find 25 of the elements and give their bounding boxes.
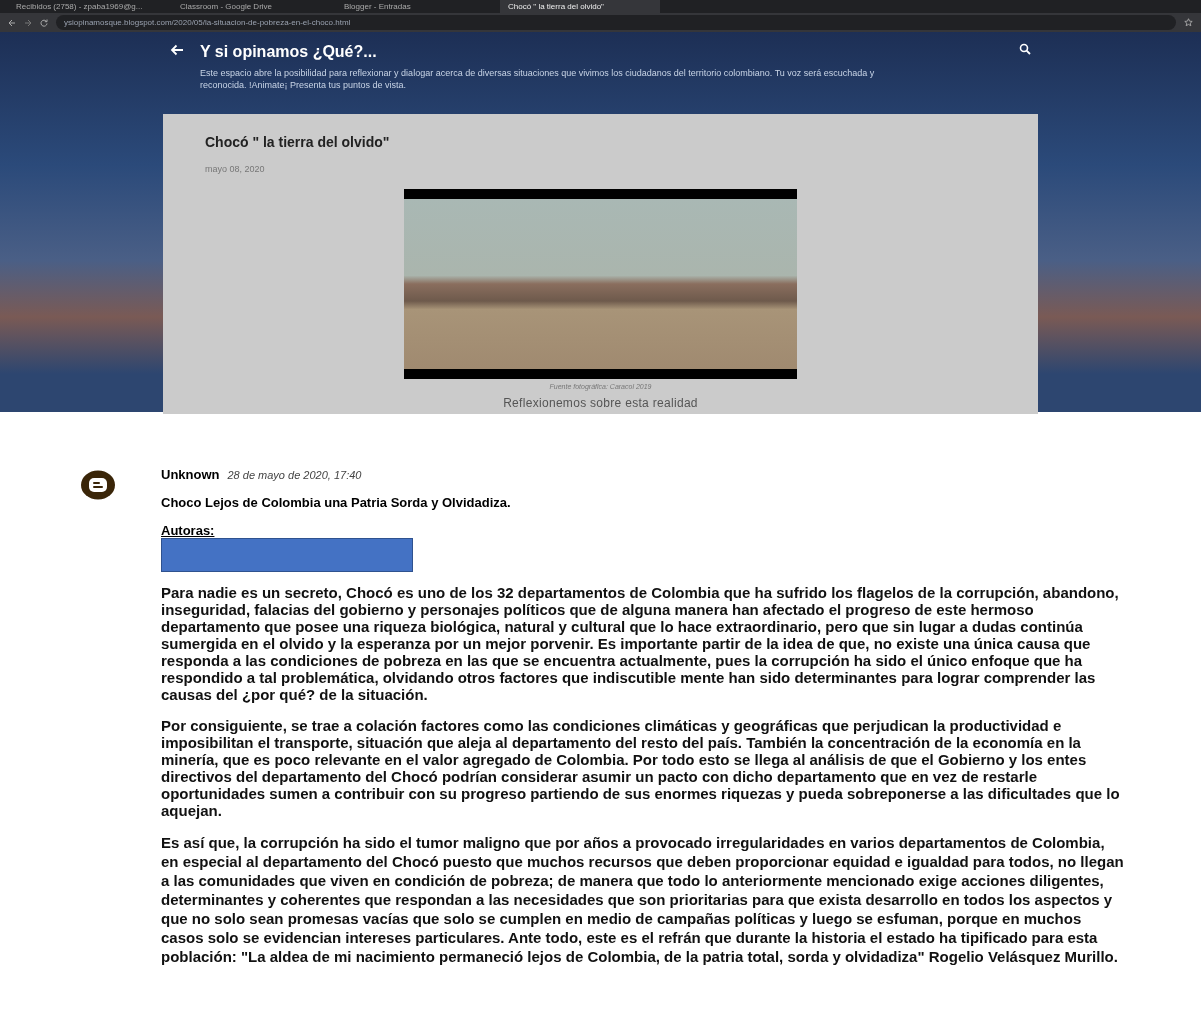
browser-tab[interactable]: Blogger - Entradas (336, 0, 496, 13)
comment-author[interactable]: Unknown (161, 465, 220, 485)
post-subtitle: Reflexionemos sobre esta realidad (503, 395, 698, 412)
browser-tab[interactable]: Chocó " la tierra del olvido" (500, 0, 660, 13)
comment-heading: Choco Lejos de Colombia una Patria Sorda y Olvidadiza. (161, 493, 512, 512)
post-date: mayo 08, 2020 (205, 163, 266, 176)
browser-tab[interactable]: Classroom - Google Drive (172, 0, 332, 13)
authors-label: Autoras: (161, 524, 216, 538)
search-icon[interactable] (1019, 43, 1031, 55)
comment-paragraph: Para nadie es un secreto, Chocó es uno de los 32 departamentos de Colombia que ha sufrido los flagelos de la corrupción, abandono, inseguridad, falacias del gobierno y personajes políticos que de alguna manera han afectado el progreso de este hermoso departamento que posee una riqueza biológica, natural y cultural que lo hace extraordinario, pero que sin lugar a dudas continúa sumergida en el olvido y la esperanza por un mejor porvenir. Es importante partir de la idea de que, no existe una única causa que responda a las condiciones de pobreza en las que se encuentra actualmente, pues la corrupción ha sido el único enfoque que ha respondido a tal problemática, olvidando otros factores que indiscutible mente han sido determinantes para lograr comprender las causas del ¿por qué? de la situación. (161, 584, 1120, 703)
comment-paragraph: Es así que, la corrupción ha sido el tumor maligno que por años a provocado irregularidades en varios departamentos de Colombia, en especial al departamento del Chocó puesto que muchos recursos que deben proporcionar equidad e igualdad para todos, no llegan a las comunidades que viven en condición de pobreza; de manera que todo lo anteriormente mencionado exige acciones diligentes, determinantes y coherentes que respondan a las necesidades que son prioritarias para que exista desarrollo en todos los aspectos y que no solo sean promesas vacías que solo se cumplen en medio de campañas políticas y luego se esfuman, porque en muchos casos solo se evidencian intereses particulares. Ante todo, este es el refrán que durante la historia el estado ha tipificado para esta población: "La aldea de mi nacimiento permaneció lejos de Colombia, de la patria total, sorda y olvidadiza" Rogelio Velásquez Murillo. (161, 833, 1125, 966)
reload-icon[interactable] (40, 18, 48, 27)
blogger-logo-icon (80, 470, 116, 500)
back-icon[interactable] (8, 18, 16, 27)
post-title: Chocó " la tierra del olvido" (205, 133, 391, 152)
url-text: ysiopinamosque.blogspot.com/2020/05/la-situacion-de-pobreza-en-el-choco.html (64, 16, 351, 29)
address-bar[interactable]: ysiopinamosque.blogspot.com/2020/05/la-situacion-de-pobreza-en-el-choco.html (56, 15, 1176, 30)
comment-time: 28 de mayo de 2020, 17:40 (227, 468, 362, 483)
back-arrow-icon[interactable] (170, 44, 184, 56)
forward-icon[interactable] (24, 18, 32, 27)
blog-title: Y si opinamos ¿Qué?... (200, 42, 378, 62)
star-icon[interactable] (1184, 18, 1193, 27)
blog-description: Este espacio abre la posibilidad para reflexionar y dialogar acerca de diversas situaciones que vivimos los ciudadanos del territorio colombiano. Tu voz será escuchada y reconocida. !Animate¡ Presenta tus puntos de vista. (200, 67, 876, 91)
comment-paragraph: Por consiguiente, se trae a colación factores como las condiciones climáticas y geográficas que perjudican la productividad e imposibilitan el transporte, situación que aleja al departamento del resto del país. También la concentración de la economía en la minería, que es poco relevante en el valor agregado de Colombia. Por todo esto se llega al análisis de que el Gobierno y los entes directivos del departamento del Chocó podrían considerar asumir un pacto con dicho departamento que en vez de restarle oportunidades sumen a contribuir con su progreso partiendo de sus enormes riquezas y pueda sobreponerse a las dificultades que lo aquejan. (161, 717, 1121, 819)
browser-tab[interactable]: Recibidos (2758) - zpaba1969@g... (8, 0, 168, 13)
